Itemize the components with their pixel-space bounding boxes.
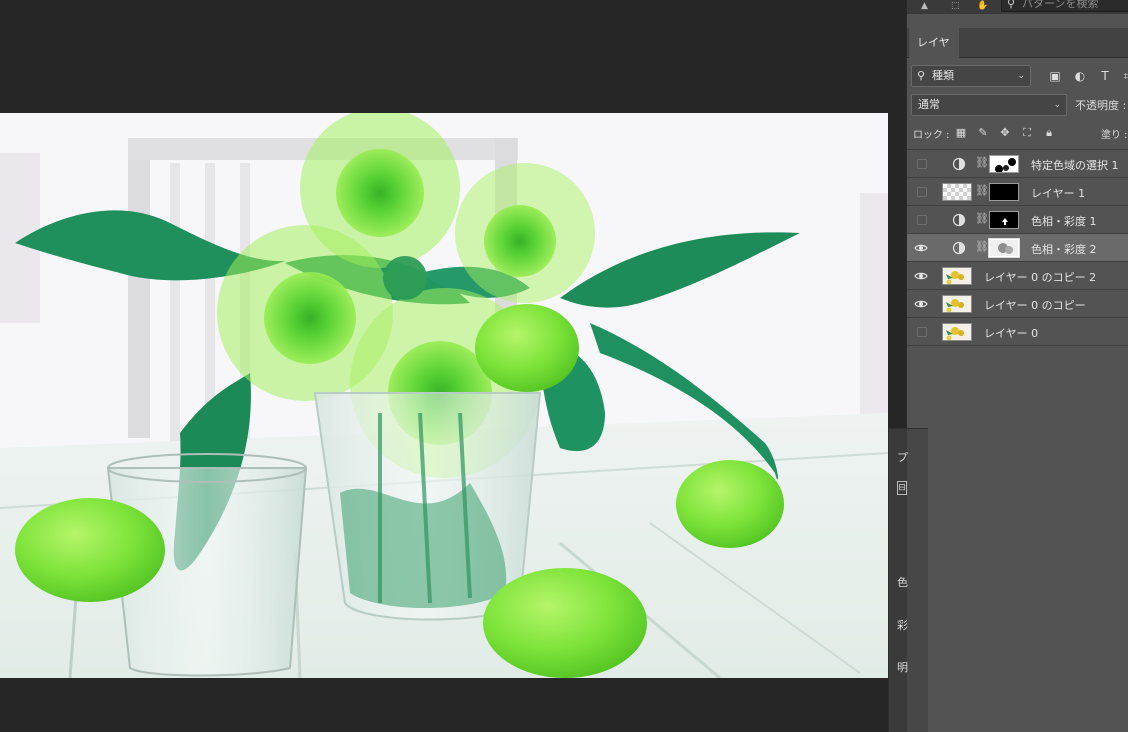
lock-row: ロック : ▦ ✎ ✥ ⛶ 🔒︎ 塗り : [907,119,1128,147]
lock-paint-brush-icon[interactable]: ✎ [975,125,991,141]
layer-row[interactable]: レイヤー 0 のコピー [907,290,1128,318]
layer-row[interactable]: ⛓ 色相・彩度 2 [907,234,1128,262]
tab-layers[interactable]: レイヤー [909,28,959,79]
layer-name[interactable]: レイヤー 0 [984,325,1038,341]
visibility-toggle[interactable] [917,215,927,225]
lock-transparency-icon[interactable]: ▦ [953,125,969,141]
layer-thumbnail[interactable] [942,295,972,313]
layer-name[interactable]: レイヤー 0 のコピー 2 [984,269,1096,285]
marquee-icon[interactable]: ⬚ [951,1,960,11]
blend-mode-value: 通常 [918,98,940,111]
layer-mask-thumbnail[interactable] [989,155,1019,173]
eye-icon[interactable] [914,241,928,255]
type-filter-icon[interactable]: T [1097,68,1113,84]
move-icon[interactable]: ▲ [921,1,928,11]
lock-icon[interactable]: 🔒︎ [1041,125,1057,141]
visibility-toggle[interactable] [917,159,927,169]
top-toolbar-strip: ▲ ⬚ ✋ ⚲ パターンを検索 [907,0,1128,14]
filter-kind-select[interactable]: ⚲ 種類 ⌄ [911,65,1031,87]
lock-position-icon[interactable]: ✥ [997,125,1013,141]
chain-link-icon[interactable]: ⛓ [975,184,989,197]
layer-filter-row: ⚲ 種類 ⌄ ▣ ◐ T ⌗ [907,62,1128,90]
hand-icon[interactable]: ✋ [977,1,988,11]
visibility-toggle[interactable] [917,327,927,337]
lock-artboard-icon[interactable]: ⛶ [1019,125,1035,141]
layer-row[interactable]: ⛓ レイヤー 1 [907,178,1128,206]
layers-list: ⛓ 特定色域の選択 1 ⛓ レイヤー 1 ⛓ 色相・彩度 1 ⛓ 色相・彩度 2… [907,149,1128,346]
lightness-label: 明 [897,661,908,674]
layer-row[interactable]: レイヤー 0 のコピー 2 [907,262,1128,290]
opacity-label: 不透明度 : [1075,99,1127,112]
properties-panel: プ ⊟ 色 彩 明 [888,428,928,732]
photo-artwork [0,113,888,678]
hue-label: 色 [897,576,908,589]
layer-name[interactable]: 色相・彩度 1 [1031,213,1097,229]
fill-label: 塗り : [1101,130,1128,141]
chain-link-icon[interactable]: ⛓ [975,240,989,253]
search-placeholder: パターンを検索 [1022,0,1099,10]
search-icon: ⚲ [1007,0,1016,10]
layer-name[interactable]: レイヤー 0 のコピー [984,297,1086,313]
layer-mask-thumbnail[interactable] [989,183,1019,201]
saturation-label: 彩 [897,619,908,632]
layer-row[interactable]: レイヤー 0 [907,318,1128,346]
layer-mask-thumbnail[interactable] [988,238,1020,258]
chevron-down-icon: ⌄ [1053,100,1061,110]
adjustment-layer-icon [952,241,966,255]
image-filter-icon[interactable]: ▣ [1047,68,1063,84]
layer-name[interactable]: レイヤー 1 [1031,185,1085,201]
preset-icon[interactable]: ⊟ [897,481,907,495]
properties-tab-label[interactable]: プ [897,449,908,465]
adjustment-layer-icon [952,157,966,171]
photoshop-window: ▲ ⬚ ✋ ⚲ パターンを検索 レイヤー ⚲ 種類 ⌄ ▣ ◐ T ⌗ [0,0,1128,732]
layer-thumbnail[interactable] [942,267,972,285]
pattern-search-input[interactable]: ⚲ パターンを検索 [1001,0,1128,12]
adjustment-layer-icon [952,213,966,227]
filter-kind-value: 種類 [932,69,954,82]
layer-row[interactable]: ⛓ 特定色域の選択 1 [907,150,1128,178]
adjustment-filter-icon[interactable]: ◐ [1072,68,1088,84]
chevron-down-icon: ⌄ [1017,71,1025,81]
visibility-toggle[interactable] [917,187,927,197]
layer-thumbnail[interactable] [942,183,972,201]
chain-link-icon[interactable]: ⛓ [975,212,989,225]
blend-row: 通常 ⌄ 不透明度 : [907,91,1128,119]
eye-icon[interactable] [914,297,928,311]
chain-link-icon[interactable]: ⛓ [975,156,989,169]
search-icon: ⚲ [917,69,926,82]
layer-thumbnail[interactable] [942,323,972,341]
layer-mask-thumbnail[interactable] [989,211,1019,229]
layers-panel: ▲ ⬚ ✋ ⚲ パターンを検索 レイヤー ⚲ 種類 ⌄ ▣ ◐ T ⌗ [906,0,1128,732]
properties-panel-body: プ ⊟ 色 彩 明 [889,429,908,732]
layer-name[interactable]: 色相・彩度 2 [1031,241,1097,257]
layer-row[interactable]: ⛓ 色相・彩度 1 [907,206,1128,234]
shape-filter-icon[interactable]: ⌗ [1119,68,1128,84]
layer-name[interactable]: 特定色域の選択 1 [1031,157,1119,173]
eye-icon[interactable] [914,269,928,283]
panel-tab-bar: レイヤー [907,28,1128,79]
canvas-area[interactable] [0,0,906,732]
lock-label: ロック : [913,130,950,141]
blend-mode-select[interactable]: 通常 ⌄ [911,94,1067,116]
document-image[interactable] [0,113,888,678]
